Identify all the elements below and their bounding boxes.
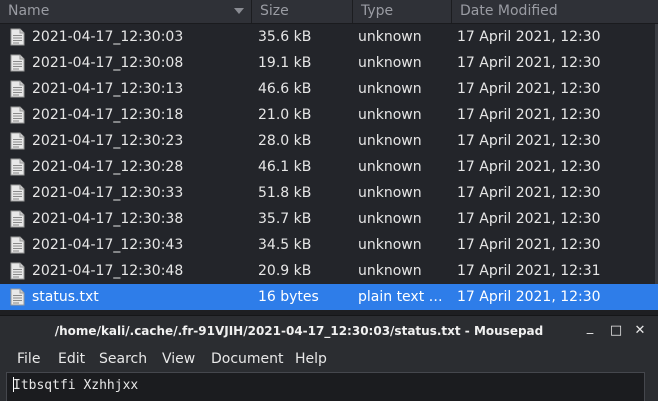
- close-icon[interactable]: ✕: [633, 324, 647, 338]
- file-row[interactable]: status.txt 16 bytes plain text document 17 …: [0, 284, 658, 310]
- file-name: 2021-04-17_12:30:38: [32, 211, 184, 227]
- column-header-name[interactable]: Name: [0, 0, 251, 23]
- menu-document[interactable]: Document: [211, 347, 284, 372]
- column-header-type[interactable]: Type: [353, 0, 451, 23]
- file-row[interactable]: 2021-04-17_12:30:38 35.7 kB unknown 17 Apri…: [0, 206, 658, 232]
- text-file-icon: [10, 54, 25, 72]
- file-size: 28.0 kB: [258, 133, 312, 149]
- file-date-modified: 17 April 2021, 12:30: [457, 55, 601, 71]
- file-name: 2021-04-17_12:30:33: [32, 185, 184, 201]
- file-name: status.txt: [32, 289, 99, 305]
- file-name: 2021-04-17_12:30:48: [32, 263, 184, 279]
- file-type: unknown: [358, 29, 422, 45]
- text-file-icon: [10, 210, 25, 228]
- file-type: unknown: [358, 263, 422, 279]
- file-size: 51.8 kB: [258, 185, 312, 201]
- file-size: 16 bytes: [258, 289, 319, 305]
- file-name: 2021-04-17_12:30:18: [32, 107, 184, 123]
- file-row[interactable]: 2021-04-17_12:30:43 34.5 kB unknown 17 Apri…: [0, 232, 658, 258]
- file-size: 35.6 kB: [258, 29, 312, 45]
- file-date-modified: 17 April 2021, 12:30: [457, 29, 601, 45]
- file-date-modified: 17 April 2021, 12:31: [457, 263, 601, 279]
- file-size: 34.5 kB: [258, 237, 312, 253]
- file-rows: 2021-04-17_12:30:03 35.6 kB unknown 17 Apri…: [0, 24, 658, 310]
- file-type: unknown: [358, 211, 422, 227]
- file-row[interactable]: 2021-04-17_12:30:13 46.6 kB unknown 17 Apri…: [0, 76, 658, 102]
- menu-file[interactable]: File: [17, 347, 40, 372]
- file-row[interactable]: 2021-04-17_12:30:33 51.8 kB unknown 17 Apri…: [0, 180, 658, 206]
- file-type: plain text document: [358, 289, 450, 305]
- editor-content: Itbsqtfi Xzhhjxx: [13, 378, 139, 393]
- mousepad-window: /home/kali/.cache/.fr-91VJIH/2021-04-17_…: [0, 315, 658, 401]
- minimize-icon[interactable]: _: [583, 321, 597, 335]
- file-date-modified: 17 April 2021, 12:30: [457, 237, 601, 253]
- file-size: 35.7 kB: [258, 211, 312, 227]
- file-date-modified: 17 April 2021, 12:30: [457, 185, 601, 201]
- file-row[interactable]: 2021-04-17_12:30:08 19.1 kB unknown 17 Apri…: [0, 50, 658, 76]
- text-file-icon: [10, 28, 25, 46]
- file-name: 2021-04-17_12:30:03: [32, 29, 184, 45]
- text-file-icon: [10, 80, 25, 98]
- file-row[interactable]: 2021-04-17_12:30:28 46.1 kB unknown 17 Apri…: [0, 154, 658, 180]
- text-file-icon: [10, 106, 25, 124]
- column-header-date-modified[interactable]: Date Modified: [452, 0, 658, 23]
- menu-help[interactable]: Help: [295, 347, 327, 372]
- file-date-modified: 17 April 2021, 12:30: [457, 159, 601, 175]
- file-name: 2021-04-17_12:30:13: [32, 81, 184, 97]
- file-size: 20.9 kB: [258, 263, 312, 279]
- file-type: unknown: [358, 55, 422, 71]
- file-type: unknown: [358, 237, 422, 253]
- file-type: unknown: [358, 107, 422, 123]
- file-name: 2021-04-17_12:30:23: [32, 133, 184, 149]
- maximize-icon[interactable]: □: [609, 324, 623, 338]
- menu-edit[interactable]: Edit: [58, 347, 85, 372]
- menu-bar: File Edit Search View Document Help: [0, 347, 658, 372]
- column-header-size[interactable]: Size: [252, 0, 352, 23]
- file-row[interactable]: 2021-04-17_12:30:03 35.6 kB unknown 17 Apri…: [0, 24, 658, 50]
- file-date-modified: 17 April 2021, 12:30: [457, 211, 601, 227]
- menu-view[interactable]: View: [162, 347, 195, 372]
- text-file-icon: [10, 262, 25, 280]
- file-date-modified: 17 April 2021, 12:30: [457, 81, 601, 97]
- file-size: 46.6 kB: [258, 81, 312, 97]
- file-type: unknown: [358, 81, 422, 97]
- file-date-modified: 17 April 2021, 12:30: [457, 107, 601, 123]
- file-row[interactable]: 2021-04-17_12:30:48 20.9 kB unknown 17 Apri…: [0, 258, 658, 284]
- file-type: unknown: [358, 133, 422, 149]
- file-manager-list: Name Size Type Date Modified 2021-04-17_…: [0, 0, 658, 310]
- file-size: 46.1 kB: [258, 159, 312, 175]
- file-type: unknown: [358, 185, 422, 201]
- file-date-modified: 17 April 2021, 12:30: [457, 133, 601, 149]
- text-file-icon: [10, 184, 25, 202]
- text-file-icon: [10, 288, 25, 306]
- window-title: /home/kali/.cache/.fr-91VJIH/2021-04-17_…: [54, 324, 544, 338]
- sort-descending-icon[interactable]: [234, 8, 244, 14]
- file-size: 21.0 kB: [258, 107, 312, 123]
- file-type: unknown: [358, 159, 422, 175]
- column-header-bar: Name Size Type Date Modified: [0, 0, 658, 24]
- editor-text[interactable]: Itbsqtfi Xzhhjxx: [13, 377, 138, 393]
- window-titlebar[interactable]: /home/kali/.cache/.fr-91VJIH/2021-04-17_…: [0, 316, 658, 347]
- file-date-modified: 17 April 2021, 12:30: [457, 289, 601, 305]
- file-name: 2021-04-17_12:30:28: [32, 159, 184, 175]
- text-editor-area[interactable]: Itbsqtfi Xzhhjxx: [6, 372, 645, 401]
- menu-search[interactable]: Search: [99, 347, 147, 372]
- file-name: 2021-04-17_12:30:08: [32, 55, 184, 71]
- file-row[interactable]: 2021-04-17_12:30:18 21.0 kB unknown 17 Apri…: [0, 102, 658, 128]
- file-size: 19.1 kB: [258, 55, 312, 71]
- file-name: 2021-04-17_12:30:43: [32, 237, 184, 253]
- text-file-icon: [10, 158, 25, 176]
- file-row[interactable]: 2021-04-17_12:30:23 28.0 kB unknown 17 Apri…: [0, 128, 658, 154]
- text-file-icon: [10, 132, 25, 150]
- text-file-icon: [10, 236, 25, 254]
